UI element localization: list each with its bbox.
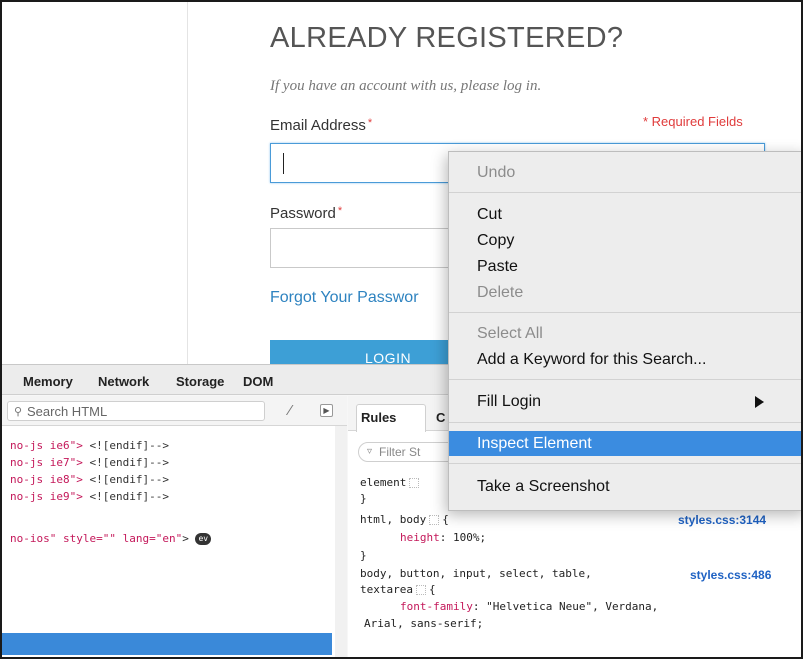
- root-style-value: "": [102, 532, 116, 545]
- prop-value: 100%;: [453, 531, 487, 544]
- password-label-text: Password: [270, 205, 336, 222]
- email-label-text: Email Address: [270, 117, 366, 134]
- html-line[interactable]: no-js ie7"> <![endif]-->: [10, 456, 169, 469]
- email-label: Email Address *: [270, 117, 372, 134]
- html-line[interactable]: no-js ie8"> <![endif]-->: [10, 473, 169, 486]
- declaration[interactable]: font-family: "Helvetica Neue", Verdana,: [400, 600, 658, 613]
- search-placeholder: Search HTML: [27, 404, 108, 419]
- search-icon: ⚲: [14, 406, 23, 418]
- html-scrollbar[interactable]: [335, 426, 347, 657]
- html-line[interactable]: no-js ie9"> <![endif]-->: [10, 490, 169, 503]
- screenshot-frame: ALREADY REGISTERED? If you have an accou…: [0, 0, 803, 659]
- html-search-bar: ⚲ Search HTML ⁄ ▶: [2, 396, 347, 426]
- menu-item-undo[interactable]: Undo: [449, 160, 801, 185]
- root-lang-value: "en": [155, 532, 183, 545]
- rule-gear-icon[interactable]: [415, 585, 426, 595]
- menu-item-delete[interactable]: Delete: [449, 280, 801, 305]
- menu-separator: [449, 379, 801, 380]
- rule-close: }: [360, 492, 367, 505]
- html-inspector: ⚲ Search HTML ⁄ ▶ no-js ie6"> <![endif]-…: [2, 396, 347, 657]
- html-root-node[interactable]: no-ios" style="" lang="en"> ev: [10, 532, 212, 545]
- rule-selector: textarea: [360, 583, 413, 596]
- html-line-attr: no-js ie8">: [10, 473, 90, 486]
- rule-gear-icon[interactable]: [429, 515, 440, 525]
- filter-icon: ▿: [367, 446, 373, 457]
- html-line-attr: no-js ie6">: [10, 439, 90, 452]
- root-lang-attr: lang=: [115, 532, 156, 545]
- prop-value: "Helvetica Neue", Verdana,: [486, 600, 659, 613]
- required-fields-note: * Required Fields: [643, 114, 743, 129]
- tab-storage[interactable]: Storage: [176, 374, 224, 389]
- menu-item-cut[interactable]: Cut: [449, 202, 801, 227]
- page-title: ALREADY REGISTERED?: [270, 22, 624, 54]
- menu-item-fill-login[interactable]: Fill Login: [449, 389, 801, 414]
- tab-memory[interactable]: Memory: [23, 374, 73, 389]
- menu-separator: [449, 422, 801, 423]
- root-class-value: no-ios": [10, 532, 57, 545]
- menu-separator: [449, 192, 801, 193]
- root-style-attr: style=: [56, 532, 103, 545]
- tab-rules[interactable]: Rules: [361, 410, 396, 425]
- login-instructions: If you have an account with us, please l…: [270, 78, 542, 94]
- column-divider: [187, 2, 188, 364]
- tab-network[interactable]: Network: [98, 374, 149, 389]
- submenu-arrow-icon: [755, 396, 764, 408]
- rule-close: }: [360, 549, 367, 562]
- html-line-rest: <![endif]-->: [89, 473, 169, 486]
- menu-item-inspect-element[interactable]: Inspect Element: [449, 431, 801, 456]
- rule-selector: element: [360, 476, 407, 489]
- password-required-star: *: [337, 205, 343, 217]
- tab-dom[interactable]: DOM: [243, 374, 273, 389]
- text-caret: [283, 153, 284, 174]
- email-required-star: *: [367, 117, 373, 129]
- rule-gear-icon[interactable]: [409, 478, 420, 488]
- menu-separator: [449, 312, 801, 313]
- menu-item-select-all[interactable]: Select All: [449, 321, 801, 346]
- prop-value-cont: Arial, sans-serif;: [364, 617, 484, 630]
- html-line-attr: no-js ie9">: [10, 490, 90, 503]
- menu-item-copy[interactable]: Copy: [449, 228, 801, 253]
- toggle-sidebar-icon[interactable]: ▶: [320, 404, 333, 417]
- html-line-rest: <![endif]-->: [89, 490, 169, 503]
- source-link[interactable]: styles.css:486: [690, 568, 771, 582]
- event-badge[interactable]: ev: [195, 533, 212, 545]
- rule-selector: html, body: [360, 513, 427, 526]
- menu-item-add-keyword[interactable]: Add a Keyword for this Search...: [449, 347, 801, 372]
- menu-item-screenshot[interactable]: Take a Screenshot: [449, 474, 801, 499]
- menu-item-paste[interactable]: Paste: [449, 254, 801, 279]
- selected-node-row[interactable]: [2, 633, 332, 655]
- context-menu: Undo Cut Copy Paste Delete Select All Ad…: [448, 151, 801, 511]
- element-picker-icon[interactable]: ⁄: [289, 402, 292, 419]
- rule-body-selector: body, button, input, select, table,: [360, 567, 592, 580]
- html-line-attr: no-js ie7">: [10, 456, 90, 469]
- prop-name: font-family: [400, 600, 473, 613]
- tab-computed[interactable]: C: [436, 410, 445, 425]
- rule-element: element: [360, 476, 422, 489]
- search-html-input[interactable]: ⚲ Search HTML: [7, 401, 265, 421]
- fill-login-label: Fill Login: [477, 393, 542, 410]
- password-label: Password *: [270, 205, 342, 222]
- forgot-password-link[interactable]: Forgot Your Passwor: [270, 289, 419, 307]
- menu-separator: [449, 463, 801, 464]
- root-tag-close: >: [182, 532, 189, 545]
- html-line[interactable]: no-js ie6"> <![endif]-->: [10, 439, 169, 452]
- prop-name: height: [400, 531, 440, 544]
- html-line-rest: <![endif]-->: [89, 439, 169, 452]
- filter-placeholder: Filter St: [379, 445, 421, 459]
- html-line-rest: <![endif]-->: [89, 456, 169, 469]
- source-link[interactable]: styles.css:3144: [678, 513, 766, 527]
- rule-body-selector-2: textarea{: [360, 583, 436, 596]
- rule-html-body: html, body{: [360, 513, 449, 526]
- declaration[interactable]: height: 100%;: [400, 531, 486, 544]
